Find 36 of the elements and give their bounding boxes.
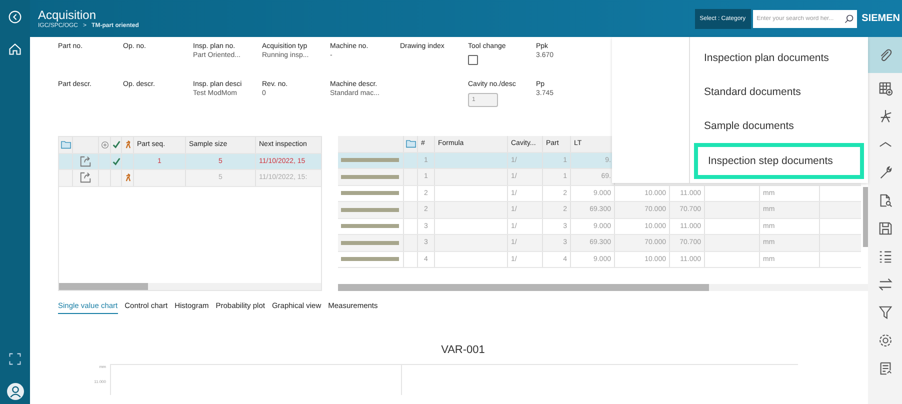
swap-arrows-icon [878,276,892,292]
list-icon [878,248,892,264]
value-bar [341,257,399,262]
table-add-icon [878,80,892,96]
page-title: Acquisition [38,8,98,22]
add-circle-icon[interactable] [100,140,108,149]
open-document-icon[interactable] [79,171,92,184]
folder-icon[interactable] [60,140,70,150]
folder-icon[interactable] [406,139,416,148]
value-bar [341,158,399,162]
scrollbar-thumb[interactable] [59,283,148,290]
value-bar [341,240,399,245]
brand-logo: SIEMEN [862,13,900,24]
settings-icon [878,332,892,348]
chart-title: VAR-001 [441,344,485,356]
save-icon [878,220,892,236]
scrollbar-thumb[interactable] [338,284,709,291]
value-bar [341,208,399,212]
checkmark-icon [112,140,120,150]
wrench-icon [878,164,892,180]
value-bar [341,191,399,196]
open-document-icon[interactable] [79,154,92,168]
fullscreen-icon[interactable] [9,353,21,365]
value-bar [341,174,399,179]
value-bar [341,224,399,228]
filter-icon [878,304,892,320]
report-icon [878,360,892,376]
home-icon[interactable] [8,42,22,56]
menu-item[interactable]: Inspection step documents [694,143,864,179]
back-icon[interactable] [8,10,22,24]
worker-icon [124,140,132,150]
scrollbar-thumb[interactable] [863,186,868,246]
document-search-icon [878,192,892,208]
user-avatar[interactable] [6,383,24,400]
tool-change-checkbox[interactable] [468,55,478,65]
paperclip-button[interactable] [868,37,902,73]
